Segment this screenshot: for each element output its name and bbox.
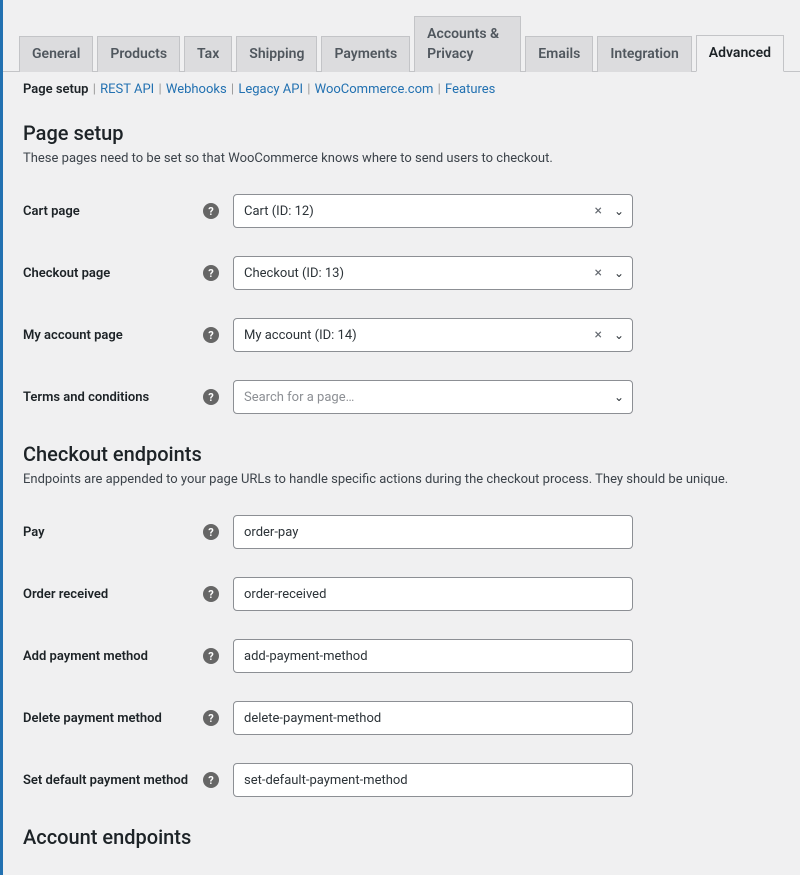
tab-general[interactable]: General bbox=[19, 36, 93, 73]
subnav-webhooks[interactable]: Webhooks bbox=[166, 82, 227, 97]
help-icon[interactable]: ? bbox=[203, 265, 219, 281]
terms-page-label: Terms and conditions bbox=[23, 390, 149, 405]
terms-page-placeholder: Search for a page… bbox=[244, 390, 354, 405]
help-icon[interactable]: ? bbox=[203, 772, 219, 788]
tab-emails[interactable]: Emails bbox=[525, 36, 593, 73]
help-icon[interactable]: ? bbox=[203, 586, 219, 602]
chevron-down-icon[interactable]: ⌄ bbox=[614, 390, 624, 404]
set-default-payment-method-input[interactable] bbox=[233, 763, 633, 797]
terms-page-select[interactable]: Search for a page… ⌄ bbox=[233, 380, 633, 414]
my-account-page-value: My account (ID: 14) bbox=[244, 328, 357, 343]
tab-accounts-privacy[interactable]: Accounts & Privacy bbox=[414, 16, 521, 72]
delete-payment-method-label: Delete payment method bbox=[23, 711, 162, 726]
tab-tax[interactable]: Tax bbox=[184, 36, 232, 73]
clear-icon[interactable]: × bbox=[595, 203, 602, 219]
add-payment-method-input[interactable] bbox=[233, 639, 633, 673]
tab-products[interactable]: Products bbox=[97, 36, 180, 73]
help-icon[interactable]: ? bbox=[203, 203, 219, 219]
settings-tabs: General Products Tax Shipping Payments A… bbox=[3, 0, 800, 72]
pay-endpoint-label: Pay bbox=[23, 525, 45, 540]
checkout-endpoints-heading: Checkout endpoints bbox=[23, 442, 780, 466]
clear-icon[interactable]: × bbox=[595, 327, 602, 343]
help-icon[interactable]: ? bbox=[203, 327, 219, 343]
page-setup-heading: Page setup bbox=[23, 121, 780, 145]
order-received-endpoint-label: Order received bbox=[23, 587, 108, 602]
help-icon[interactable]: ? bbox=[203, 648, 219, 664]
chevron-down-icon[interactable]: ⌄ bbox=[614, 204, 624, 218]
advanced-subnav: Page setup | REST API | Webhooks | Legac… bbox=[3, 72, 800, 107]
account-endpoints-heading: Account endpoints bbox=[23, 825, 780, 849]
checkout-endpoints-description: Endpoints are appended to your page URLs… bbox=[23, 472, 780, 487]
add-payment-method-label: Add payment method bbox=[23, 649, 148, 664]
chevron-down-icon[interactable]: ⌄ bbox=[614, 266, 624, 280]
chevron-down-icon[interactable]: ⌄ bbox=[614, 328, 624, 342]
tab-advanced[interactable]: Advanced bbox=[696, 35, 784, 73]
checkout-page-value: Checkout (ID: 13) bbox=[244, 266, 344, 281]
checkout-page-select[interactable]: Checkout (ID: 13) × ⌄ bbox=[233, 256, 633, 290]
order-received-endpoint-input[interactable] bbox=[233, 577, 633, 611]
help-icon[interactable]: ? bbox=[203, 389, 219, 405]
checkout-page-label: Checkout page bbox=[23, 266, 110, 281]
subnav-features[interactable]: Features bbox=[445, 82, 495, 97]
delete-payment-method-input[interactable] bbox=[233, 701, 633, 735]
my-account-page-select[interactable]: My account (ID: 14) × ⌄ bbox=[233, 318, 633, 352]
page-setup-description: These pages need to be set so that WooCo… bbox=[23, 151, 780, 166]
cart-page-select[interactable]: Cart (ID: 12) × ⌄ bbox=[233, 194, 633, 228]
tab-integration[interactable]: Integration bbox=[597, 36, 691, 73]
my-account-page-label: My account page bbox=[23, 328, 123, 343]
subnav-legacy-api[interactable]: Legacy API bbox=[238, 82, 303, 97]
pay-endpoint-input[interactable] bbox=[233, 515, 633, 549]
cart-page-value: Cart (ID: 12) bbox=[244, 204, 314, 219]
subnav-rest-api[interactable]: REST API bbox=[100, 82, 154, 97]
subnav-woocommerce-com[interactable]: WooCommerce.com bbox=[315, 82, 434, 97]
tab-payments[interactable]: Payments bbox=[321, 36, 410, 73]
clear-icon[interactable]: × bbox=[595, 265, 602, 281]
cart-page-label: Cart page bbox=[23, 204, 80, 219]
subnav-page-setup[interactable]: Page setup bbox=[23, 82, 89, 97]
tab-shipping[interactable]: Shipping bbox=[236, 36, 317, 73]
help-icon[interactable]: ? bbox=[203, 710, 219, 726]
set-default-payment-method-label: Set default payment method bbox=[23, 773, 188, 788]
help-icon[interactable]: ? bbox=[203, 524, 219, 540]
